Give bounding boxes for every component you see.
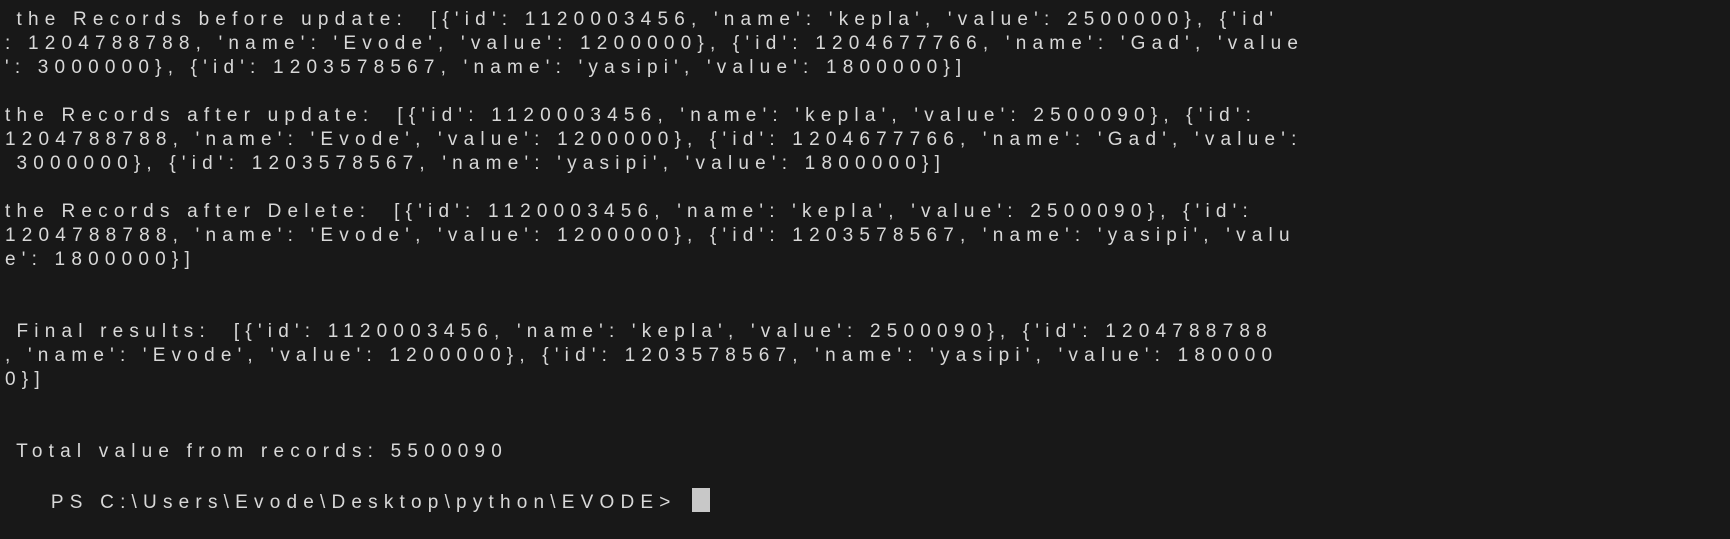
output-line: , 'name': 'Evode', 'value': 1200000}, {'… bbox=[5, 345, 1279, 366]
output-line: 1204788788, 'name': 'Evode', 'value': 12… bbox=[5, 225, 1296, 246]
output-line: 3000000}, {'id': 1203578567, 'name': 'ya… bbox=[5, 153, 947, 174]
output-line: 1204788788, 'name': 'Evode', 'value': 12… bbox=[5, 129, 1303, 150]
output-line: Final results: [{'id': 1120003456, 'name… bbox=[5, 321, 1273, 342]
terminal-window[interactable]: the Records before update: [{'id': 11200… bbox=[0, 0, 1730, 514]
output-line: : 1204788788, 'name': 'Evode', 'value': … bbox=[5, 33, 1305, 54]
output-line: ': 3000000}, {'id': 1203578567, 'name': … bbox=[5, 57, 968, 78]
output-line: Total value from records: 5500090 bbox=[5, 441, 509, 462]
output-line: the Records before update: [{'id': 11200… bbox=[5, 9, 1280, 30]
output-line: the Records after Delete: [{'id': 112000… bbox=[5, 201, 1254, 222]
output-line: e': 1800000}] bbox=[5, 249, 196, 270]
output-line: 0}] bbox=[5, 369, 46, 390]
text-cursor bbox=[692, 488, 711, 512]
prompt-line[interactable]: PS C:\Users\Evode\Desktop\python\EVODE> bbox=[5, 464, 711, 539]
prompt-text: PS C:\Users\Evode\Desktop\python\EVODE> bbox=[50, 492, 689, 513]
output-line: the Records after update: [{'id': 112000… bbox=[5, 105, 1258, 126]
